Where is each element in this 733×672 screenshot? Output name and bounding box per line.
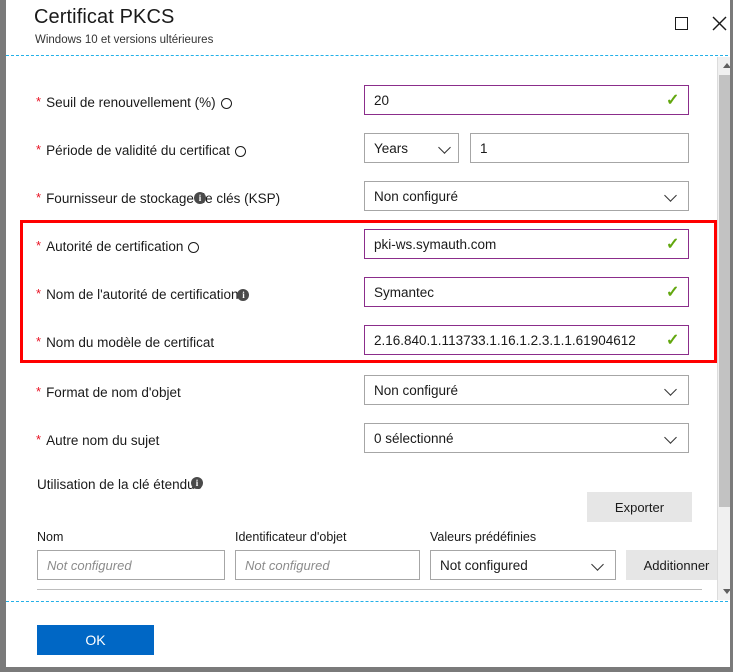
- page-title: Certificat PKCS: [34, 6, 175, 28]
- info-icon[interactable]: [188, 241, 200, 253]
- form-row-renewal-threshold: * Seuil de renouvellement (%) 20 ✓: [6, 85, 716, 119]
- maximize-button[interactable]: [666, 8, 696, 38]
- certificate-template-name-input[interactable]: 2.16.840.1.113733.1.16.1.2.3.1.1.6190461…: [364, 325, 689, 355]
- certification-authority-value: pki-ws.symauth.com: [374, 236, 497, 252]
- chevron-down-icon: [438, 141, 451, 154]
- required-marker: *: [36, 93, 42, 109]
- label-text: Période de validité du certificat: [46, 142, 230, 158]
- chevron-down-icon: [722, 589, 730, 594]
- extended-key-usage-label: Utilisation de la clé étendue: [37, 477, 203, 492]
- label-text: Autorité de certification: [46, 238, 184, 254]
- label-renewal-threshold: * Seuil de renouvellement (%): [36, 85, 232, 119]
- eku-predefined-values-select[interactable]: Not configured: [430, 550, 616, 580]
- label-subject-alternative-name: * Autre nom du sujet: [36, 423, 159, 457]
- label-text: Autre nom du sujet: [46, 432, 160, 448]
- page-subtitle: Windows 10 et versions ultérieures: [35, 34, 214, 46]
- info-icon[interactable]: i: [191, 477, 203, 489]
- eku-object-identifier-input[interactable]: Not configured: [235, 550, 420, 580]
- subject-alternative-name-value: 0 sélectionné: [374, 430, 454, 446]
- info-icon[interactable]: i: [194, 192, 206, 204]
- validity-period-unit-value: Years: [374, 140, 409, 156]
- label-certification-authority-name: * Nom de l'autorité de certification i: [36, 277, 250, 311]
- eku-name-input[interactable]: Not configured: [37, 550, 225, 580]
- form-row-key-storage-provider: * Fournisseur de stockage de clés (KSP) …: [6, 181, 716, 215]
- key-storage-provider-select[interactable]: Non configuré: [364, 181, 689, 211]
- required-marker: *: [36, 383, 42, 399]
- required-marker: *: [36, 285, 42, 301]
- form-row-certification-authority: * Autorité de certification pki-ws.symau…: [6, 229, 716, 263]
- export-button[interactable]: Exporter: [587, 492, 692, 522]
- top-divider: [6, 55, 730, 56]
- renewal-threshold-input[interactable]: 20: [364, 85, 689, 115]
- validity-period-unit-select[interactable]: Years: [364, 133, 459, 163]
- chevron-up-icon: [722, 63, 730, 68]
- renewal-threshold-value: 20: [374, 92, 390, 108]
- form-body: * Seuil de renouvellement (%) 20 ✓ * Pér…: [6, 57, 727, 600]
- eku-predefined-values-value: Not configured: [440, 557, 528, 573]
- section-divider: [37, 589, 702, 590]
- form-row-subject-name-format: * Format de nom d'objet Non configuré: [6, 375, 716, 409]
- pkcs-certificate-dialog: Certificat PKCS Windows 10 et versions u…: [0, 0, 733, 672]
- eku-name-placeholder: Not configured: [47, 557, 132, 573]
- maximize-icon: [674, 16, 688, 30]
- scroll-down-button[interactable]: [718, 583, 730, 600]
- certification-authority-name-value: Symantec: [374, 284, 435, 300]
- chevron-down-icon: [664, 189, 677, 202]
- required-marker: *: [36, 431, 42, 447]
- ok-button[interactable]: OK: [37, 625, 154, 655]
- eku-object-identifier-placeholder: Not configured: [245, 557, 330, 573]
- required-marker: *: [36, 237, 42, 253]
- chevron-down-icon: [664, 383, 677, 396]
- certification-authority-input[interactable]: pki-ws.symauth.com: [364, 229, 689, 259]
- subject-alternative-name-select[interactable]: 0 sélectionné: [364, 423, 689, 453]
- label-validity-period: * Période de validité du certificat: [36, 133, 246, 167]
- form-row-certification-authority-name: * Nom de l'autorité de certification i S…: [6, 277, 716, 311]
- close-icon: [712, 16, 726, 30]
- column-header-object-identifier: Identificateur d'objet: [235, 530, 347, 544]
- form-row-subject-alternative-name: * Autre nom du sujet 0 sélectionné: [6, 423, 716, 457]
- scroll-up-button[interactable]: [718, 57, 730, 74]
- label-certificate-template-name: * Nom du modèle de certificat: [36, 325, 214, 359]
- label-key-storage-provider: * Fournisseur de stockage de clés (KSP): [36, 181, 280, 215]
- label-certification-authority: * Autorité de certification: [36, 229, 200, 263]
- chevron-down-icon: [664, 431, 677, 444]
- chevron-down-icon: [591, 558, 604, 571]
- required-marker: *: [36, 189, 42, 205]
- scrollbar-thumb[interactable]: [719, 75, 730, 507]
- validity-period-value: 1: [480, 140, 488, 156]
- column-header-name: Nom: [37, 530, 64, 544]
- certification-authority-name-input[interactable]: Symantec: [364, 277, 689, 307]
- label-subject-name-format: * Format de nom d'objet: [36, 375, 181, 409]
- key-storage-provider-value: Non configuré: [374, 188, 459, 204]
- subject-name-format-select[interactable]: Non configuré: [364, 375, 689, 405]
- label-text: Seuil de renouvellement (%): [46, 94, 216, 110]
- info-icon[interactable]: i: [237, 289, 250, 301]
- certificate-template-name-value: 2.16.840.1.113733.1.16.1.2.3.1.1.6190461…: [374, 332, 636, 348]
- info-icon[interactable]: [220, 97, 232, 109]
- bottom-divider: [6, 601, 730, 602]
- info-icon[interactable]: [234, 145, 246, 157]
- label-text: Format de nom d'objet: [46, 384, 181, 400]
- label-text: Nom de l'autorité de certification: [46, 286, 239, 302]
- title-bar: Certificat PKCS Windows 10 et versions u…: [6, 0, 730, 54]
- label-text: Fournisseur de stockage de clés (KSP): [46, 190, 281, 206]
- form-row-validity-period: * Période de validité du certificat Year…: [6, 133, 716, 167]
- column-header-predefined-values: Valeurs prédéfinies: [430, 530, 537, 544]
- subject-name-format-value: Non configuré: [374, 382, 459, 398]
- vertical-scrollbar[interactable]: [717, 57, 730, 600]
- required-marker: *: [36, 141, 42, 157]
- close-button[interactable]: [704, 8, 730, 38]
- validity-period-value-input[interactable]: 1: [470, 133, 689, 163]
- required-marker: *: [36, 333, 42, 349]
- add-button[interactable]: Additionner: [626, 550, 727, 580]
- label-text: Nom du modèle de certificat: [46, 334, 215, 350]
- form-row-certificate-template-name: * Nom du modèle de certificat 2.16.840.1…: [6, 325, 716, 359]
